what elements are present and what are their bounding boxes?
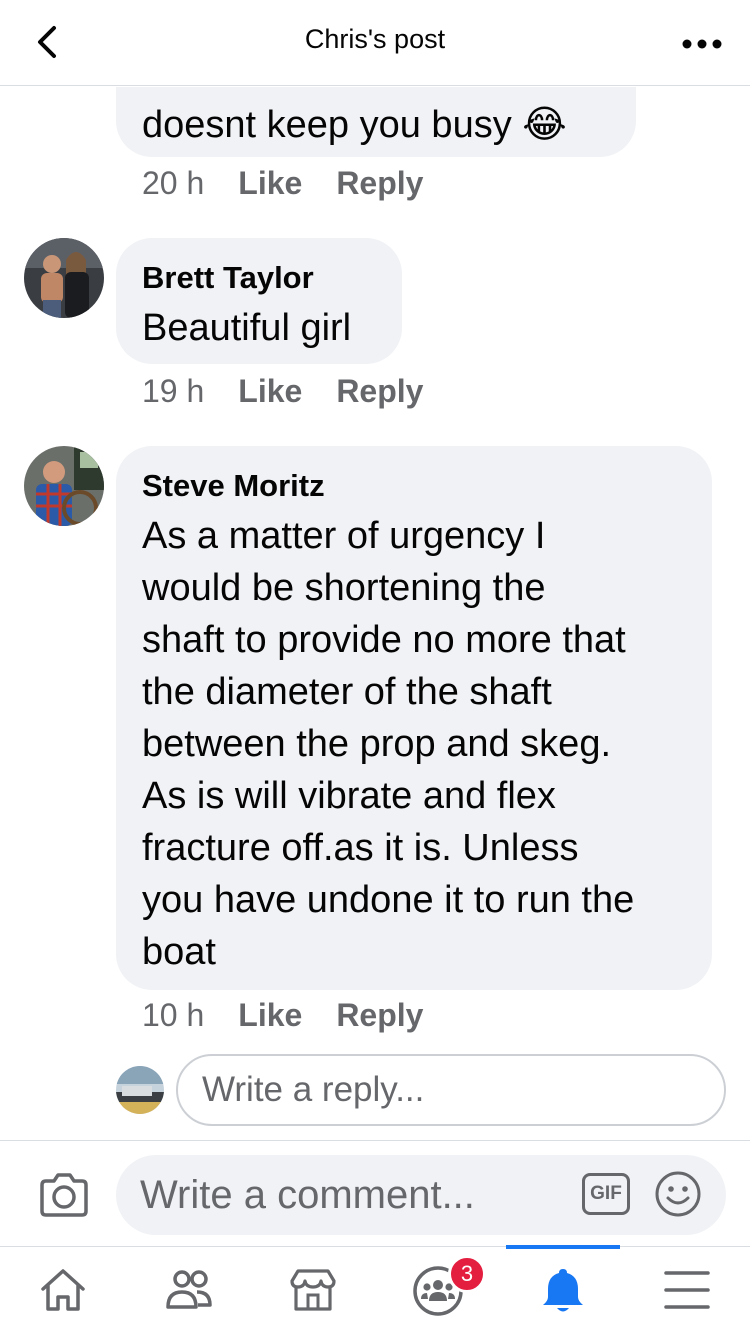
avatar[interactable] (24, 446, 104, 526)
comment-line: shaft to provide no more that (142, 619, 626, 661)
emoji-button[interactable] (654, 1170, 702, 1218)
comment-time: 19 h (142, 373, 205, 409)
comment-line: you have undone it to run the (142, 879, 635, 921)
reply-button[interactable]: Reply (336, 165, 423, 201)
comment-time: 20 h (142, 165, 205, 201)
reply-button[interactable]: Reply (336, 373, 423, 409)
comment-time: 10 h (142, 997, 205, 1033)
comment-line: fracture off.as it is. Unless (142, 827, 579, 869)
comment-bubble: Brett Taylor Beautiful girl (116, 238, 402, 364)
comment-meta: 19 h Like Reply (142, 373, 457, 410)
page-title: Chris's post (304, 24, 446, 54)
like-button[interactable]: Like (238, 997, 302, 1033)
comment-composer: GIF (0, 1140, 750, 1246)
camera-icon (40, 1173, 88, 1217)
gif-icon[interactable]: GIF (582, 1173, 630, 1215)
more-icon (682, 39, 722, 49)
my-avatar (116, 1066, 164, 1114)
home-icon (41, 1269, 85, 1311)
tab-friends[interactable] (138, 1247, 238, 1334)
tab-marketplace[interactable] (262, 1247, 362, 1334)
bell-icon (543, 1269, 583, 1312)
marketplace-icon (290, 1269, 336, 1311)
top-bar: Chris's post (0, 0, 750, 86)
comments-list[interactable]: doesnt keep you busy 😂 20 h Like Reply Bre… (0, 87, 750, 1139)
comment-text: As a matter of urgency I would be shorte… (142, 510, 634, 978)
comment-meta: 10 h Like Reply (142, 997, 457, 1034)
reply-button[interactable]: Reply (336, 997, 423, 1033)
comment-input[interactable] (140, 1155, 570, 1235)
comment-line: As a matter of urgency I (142, 515, 546, 557)
more-options-button[interactable] (682, 36, 722, 49)
comment-input-container[interactable]: GIF (116, 1155, 726, 1235)
reply-input[interactable] (202, 1056, 702, 1124)
friends-icon (166, 1270, 212, 1309)
comment-bubble: Steve Moritz As a matter of urgency I wo… (116, 446, 712, 990)
comment-line: As is will vibrate and flex (142, 775, 556, 817)
tab-menu[interactable] (636, 1247, 736, 1334)
reply-input-container[interactable] (176, 1054, 726, 1126)
groups-badge: 3 (448, 1255, 486, 1293)
smiley-icon (655, 1171, 701, 1217)
comment-meta: 20 h Like Reply (142, 165, 457, 202)
bottom-tab-bar: 3 (0, 1245, 750, 1334)
comment-author[interactable]: Brett Taylor (142, 260, 314, 296)
comment-line: the diameter of the shaft (142, 671, 552, 713)
menu-icon (664, 1271, 710, 1309)
comment-text: Beautiful girl (142, 307, 352, 349)
comment-author[interactable]: Steve Moritz (142, 468, 325, 504)
camera-button[interactable] (38, 1171, 90, 1219)
like-button[interactable]: Like (238, 373, 302, 409)
comment-line: between the prop and skeg. (142, 723, 612, 765)
like-button[interactable]: Like (238, 165, 302, 201)
comment-bubble: doesnt keep you busy 😂 (116, 87, 636, 157)
comment-line: would be shortening the (142, 567, 546, 609)
comment-line: boat (142, 931, 216, 973)
avatar[interactable] (24, 238, 104, 318)
tab-home[interactable] (12, 1247, 112, 1334)
tab-notifications[interactable] (512, 1247, 612, 1334)
comment-text: doesnt keep you busy 😂 (142, 104, 567, 146)
